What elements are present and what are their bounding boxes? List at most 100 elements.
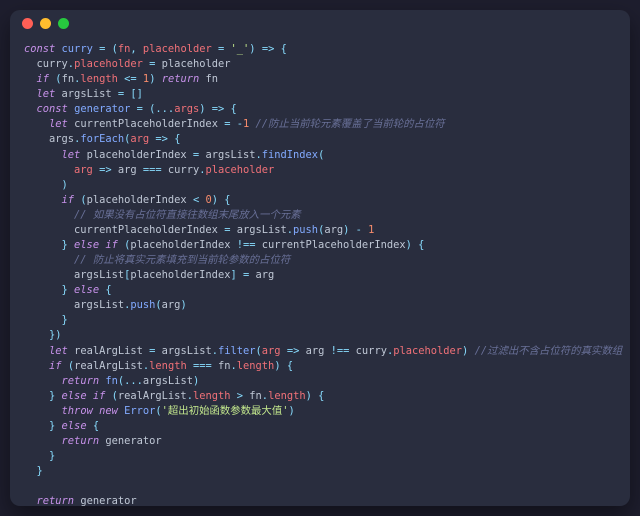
code-line: let argsList = []: [24, 87, 616, 102]
token-op: !==: [324, 345, 355, 357]
code-line: argsList[placeholderIndex] = arg: [24, 268, 616, 283]
token-op: =: [212, 43, 231, 55]
code-line: [24, 479, 616, 494]
token-kw: else: [62, 420, 93, 432]
token-op: ===: [187, 360, 218, 372]
token-pr: arg: [130, 133, 149, 145]
token-kw: if: [62, 194, 81, 206]
token-pn: {: [281, 43, 287, 55]
token-id: arg: [256, 269, 275, 281]
token-op: =>: [281, 345, 306, 357]
token-pn: ) {: [306, 390, 325, 402]
token-pr: args: [174, 103, 199, 115]
token-kw: const: [24, 43, 62, 55]
token-op: =: [218, 118, 237, 130]
token-kw: return: [37, 495, 81, 506]
token-id: argsList: [143, 375, 193, 387]
code-line: args.forEach(arg => {: [24, 132, 616, 147]
code-line: curry.placeholder = placeholder: [24, 57, 616, 72]
token-kw: let: [37, 88, 62, 100]
token-kw: let: [49, 345, 74, 357]
token-fn: push: [130, 299, 155, 311]
token-id: realArgList: [74, 345, 143, 357]
token-pn: ) {: [212, 194, 231, 206]
token-pn: [24, 405, 62, 417]
code-line: currentPlaceholderIndex = argsList.push(…: [24, 223, 616, 238]
token-kw: const: [37, 103, 75, 115]
code-line: const curry = (fn, placeholder = '_') =>…: [24, 42, 616, 57]
token-pn: [24, 209, 74, 221]
code-line: if (realArgList.length === fn.length) {: [24, 359, 616, 374]
token-pn: ): [288, 405, 294, 417]
token-pn: ): [24, 179, 68, 191]
token-pn: ): [149, 73, 162, 85]
token-pr: length: [268, 390, 306, 402]
token-id: argsList: [162, 345, 212, 357]
token-id: currentPlaceholderIndex: [74, 118, 218, 130]
token-kw: let: [62, 149, 87, 161]
minimize-icon[interactable]: [40, 18, 51, 29]
token-id: currentPlaceholderIndex: [262, 239, 406, 251]
token-pn: }: [24, 390, 62, 402]
token-pn: }: [24, 239, 74, 251]
token-op: =: [93, 43, 112, 55]
token-cm: //防止当前轮元素覆盖了当前轮的占位符: [256, 118, 445, 130]
code-line: }): [24, 328, 616, 343]
code-line: }: [24, 464, 616, 479]
token-pr: placeholder: [205, 164, 274, 176]
code-line: return generator: [24, 434, 616, 449]
token-op: =: [187, 149, 206, 161]
token-pn: ) {: [406, 239, 425, 251]
token-id: placeholderIndex: [130, 239, 230, 251]
token-pn: ): [462, 345, 475, 357]
token-pn: }: [24, 465, 43, 477]
code-line: return generator: [24, 494, 616, 506]
zoom-icon[interactable]: [58, 18, 69, 29]
token-pn: {: [93, 420, 99, 432]
token-pn: [24, 118, 49, 130]
token-fn: Error: [124, 405, 155, 417]
token-pn: [24, 360, 49, 372]
token-id: args: [49, 133, 74, 145]
token-pn: ): [193, 375, 199, 387]
token-pn: }: [24, 284, 74, 296]
token-fn: generator: [74, 103, 130, 115]
token-fn: fn: [105, 375, 118, 387]
token-st: '_': [231, 43, 250, 55]
token-id: fn: [206, 73, 219, 85]
token-cm: //过滤出不含占位符的真实数组: [475, 345, 623, 357]
token-id: fn: [218, 360, 231, 372]
token-op: =: [112, 88, 131, 100]
code-line: let placeholderIndex = argsList.findInde…: [24, 148, 616, 163]
code-line: // 如果没有占位符直接往数组末尾放入一个元素: [24, 208, 616, 223]
token-id: generator: [80, 495, 136, 506]
token-pn: {: [174, 133, 180, 145]
code-line: let realArgList = argsList.filter(arg =>…: [24, 344, 616, 359]
token-pn: [24, 88, 37, 100]
token-pn: }: [24, 450, 55, 462]
code-line: } else if (realArgList.length > fn.lengt…: [24, 389, 616, 404]
token-kw: return: [62, 375, 106, 387]
code-line: } else {: [24, 283, 616, 298]
code-line: } else {: [24, 419, 616, 434]
token-pn: }): [24, 329, 62, 341]
token-id: currentPlaceholderIndex: [74, 224, 218, 236]
token-op: =>: [93, 164, 118, 176]
token-pn: [24, 73, 37, 85]
token-pn: {: [231, 103, 237, 115]
token-op: <: [187, 194, 206, 206]
titlebar: [10, 10, 630, 36]
code-area: const curry = (fn, placeholder = '_') =>…: [10, 36, 630, 506]
token-pr: placeholder: [143, 43, 212, 55]
code-line: argsList.push(arg): [24, 298, 616, 313]
code-line: let currentPlaceholderIndex = -1 //防止当前轮…: [24, 117, 616, 132]
token-kw: else if: [74, 239, 124, 251]
close-icon[interactable]: [22, 18, 33, 29]
token-op: =>: [256, 43, 281, 55]
token-op: <=: [118, 73, 143, 85]
token-pr: length: [237, 360, 275, 372]
token-pr: placeholder: [74, 58, 143, 70]
token-pn: [24, 375, 62, 387]
token-pn: {: [105, 284, 111, 296]
token-fn: push: [293, 224, 318, 236]
